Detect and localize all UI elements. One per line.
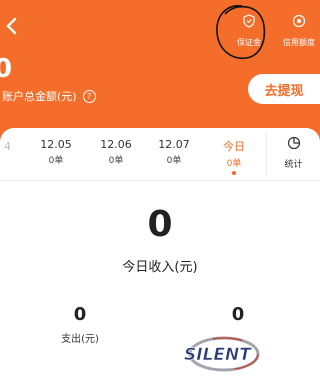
stats-tab[interactable]: 统计 <box>266 132 320 176</box>
watermark-text: SILENT <box>184 345 252 365</box>
date-tab-date: 12.05 <box>40 138 72 151</box>
balance-value: 0 <box>0 54 13 84</box>
tabs-divider <box>0 180 320 181</box>
date-tab-date: 今日 <box>223 140 245 153</box>
date-tab-orders: 0单 <box>48 156 64 166</box>
target-icon <box>292 14 306 28</box>
question-circle-icon[interactable]: ? <box>82 89 96 103</box>
hand-drawn-circle-annotation <box>216 5 266 59</box>
expense-value: 0 <box>73 304 87 325</box>
right-summary-value: 0 <box>231 304 245 325</box>
date-tab-1205[interactable]: 12.05 0单 <box>34 138 78 166</box>
credit-limit-label: 信用额度 <box>283 38 315 47</box>
credit-limit-button[interactable]: 信用额度 <box>276 14 320 54</box>
date-tabs: 4 12.05 0单 12.06 0单 12.07 0单 今日 0单 统计 <box>0 128 320 178</box>
date-tab-date: 12.07 <box>158 138 190 151</box>
silent-watermark-logo: SILENT <box>184 336 260 372</box>
date-tab-today[interactable]: 今日 0单 <box>212 138 256 175</box>
today-income-value: 0 <box>147 204 173 245</box>
back-chevron-icon[interactable] <box>4 16 18 36</box>
date-tab-orders: 0单 <box>108 156 124 166</box>
pie-chart-icon <box>287 136 300 150</box>
date-tab-orders: 0单 <box>226 159 242 169</box>
withdraw-button[interactable]: 去提现 <box>248 74 320 104</box>
today-income-label: 今日收入(元) <box>122 260 198 275</box>
active-tab-indicator <box>232 171 236 175</box>
balance-label-text: 账户总金额(元) <box>2 90 77 103</box>
balance-label: 账户总金额(元) ? <box>2 88 96 104</box>
date-tab-orders: 0单 <box>166 156 182 166</box>
date-tab-1206[interactable]: 12.06 0单 <box>94 138 138 166</box>
date-tab-1207[interactable]: 12.07 0单 <box>152 138 196 166</box>
date-tab-date: 12.06 <box>100 138 132 151</box>
stats-label: 统计 <box>284 160 303 170</box>
date-tab-partial[interactable]: 4 <box>4 140 11 153</box>
expense-label: 支出(元) <box>61 334 99 345</box>
